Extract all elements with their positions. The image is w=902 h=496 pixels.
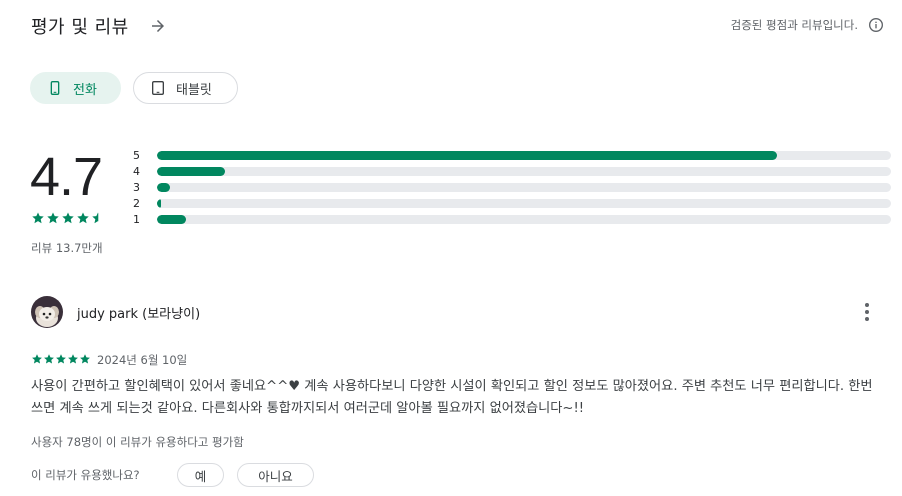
bar-label: 1 bbox=[133, 212, 140, 226]
distribution-row-2: 2 bbox=[133, 195, 893, 211]
star-full-icon bbox=[55, 353, 67, 365]
rating-distribution: 5 4 3 2 1 bbox=[133, 147, 893, 227]
ratings-header[interactable]: 평가 및 리뷰 bbox=[31, 12, 167, 40]
phone-icon bbox=[47, 80, 63, 96]
star-full-icon bbox=[43, 353, 55, 365]
star-full-icon bbox=[76, 211, 90, 225]
avatar bbox=[31, 296, 63, 328]
bar-label: 2 bbox=[133, 196, 140, 210]
average-rating: 4.7 bbox=[30, 147, 103, 207]
bar-fill bbox=[157, 214, 187, 224]
star-half-icon bbox=[91, 211, 105, 225]
bar-fill bbox=[157, 182, 171, 192]
star-full-icon bbox=[79, 353, 91, 365]
bar-label: 3 bbox=[133, 180, 140, 194]
bar-label: 5 bbox=[133, 148, 140, 162]
helpful-no-button[interactable]: 아니요 bbox=[237, 463, 314, 487]
bar-label: 4 bbox=[133, 164, 140, 178]
device-filter-chips: 전화 태블릿 bbox=[30, 72, 238, 104]
arrow-right-icon[interactable] bbox=[149, 17, 167, 35]
bar-fill bbox=[157, 150, 778, 160]
chip-label: 태블릿 bbox=[176, 82, 212, 98]
distribution-row-5: 5 bbox=[133, 147, 893, 163]
bar-track bbox=[157, 198, 891, 208]
review-stars bbox=[31, 353, 91, 365]
bar-track bbox=[157, 166, 891, 176]
helpful-count: 사용자 78명이 이 리뷰가 유용하다고 평가함 bbox=[31, 435, 244, 449]
bar-fill bbox=[157, 198, 161, 208]
info-icon[interactable] bbox=[868, 17, 884, 33]
average-stars bbox=[31, 211, 105, 225]
total-review-count: 리뷰 13.7만개 bbox=[31, 241, 103, 255]
star-full-icon bbox=[46, 211, 60, 225]
verified-text: 검증된 평점과 리뷰입니다. bbox=[730, 18, 858, 32]
verified-notice: 검증된 평점과 리뷰입니다. bbox=[731, 17, 884, 33]
star-full-icon bbox=[61, 211, 75, 225]
tablet-icon bbox=[150, 80, 166, 96]
distribution-row-4: 4 bbox=[133, 163, 893, 179]
bar-fill bbox=[157, 166, 225, 176]
star-full-icon bbox=[31, 353, 43, 365]
star-full-icon bbox=[67, 353, 79, 365]
section-title: 평가 및 리뷰 bbox=[31, 17, 129, 38]
bar-track bbox=[157, 150, 891, 160]
bar-track bbox=[157, 182, 891, 192]
distribution-row-3: 3 bbox=[133, 179, 893, 195]
helpful-question: 이 리뷰가 유용했나요? bbox=[31, 468, 140, 482]
review-date: 2024년 6월 10일 bbox=[97, 353, 188, 367]
helpful-yes-button[interactable]: 예 bbox=[177, 463, 224, 487]
more-vert-icon[interactable] bbox=[859, 302, 875, 322]
chip-tablet[interactable]: 태블릿 bbox=[133, 72, 238, 104]
review-body: 사용이 간편하고 할인혜택이 있어서 좋네요^^♥ 계속 사용하다보니 다양한 … bbox=[31, 379, 873, 416]
bar-track bbox=[157, 214, 891, 224]
distribution-row-1: 1 bbox=[133, 211, 893, 227]
reviewer-name: judy park (보라냥이) bbox=[77, 307, 201, 322]
chip-phone[interactable]: 전화 bbox=[30, 72, 121, 104]
star-full-icon bbox=[31, 211, 45, 225]
chip-label: 전화 bbox=[73, 82, 97, 98]
